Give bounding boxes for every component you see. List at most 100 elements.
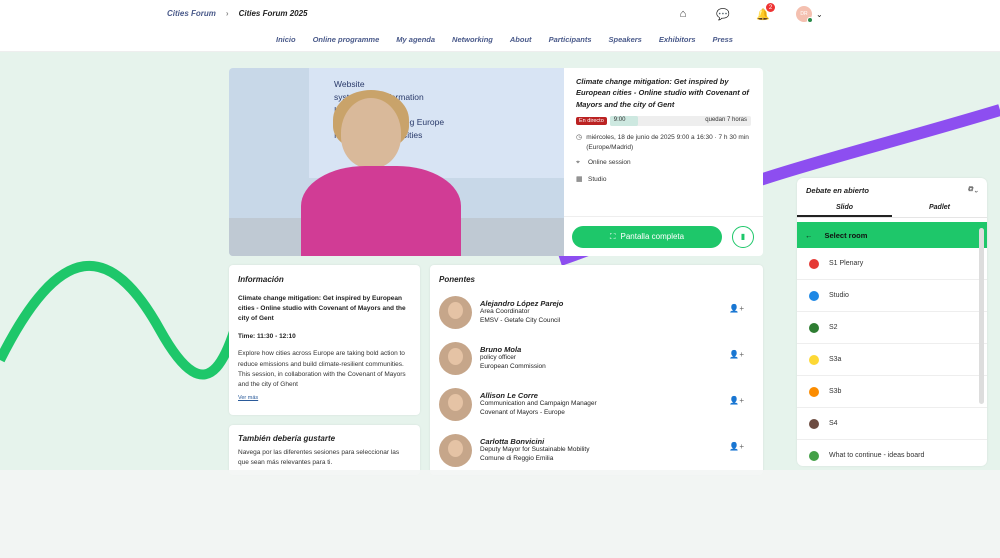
session-info-panel: Climate change mitigation: Get inspired … — [564, 68, 763, 256]
session-room: Studio — [588, 175, 607, 183]
info-heading: Información — [238, 275, 284, 284]
chevron-down-icon: ⌄ — [816, 9, 823, 19]
speaker-org: European Commission — [480, 362, 546, 370]
room-color-dot — [809, 450, 819, 461]
speakers-card: Ponentes Alejandro López Parejo Area Coor… — [430, 265, 763, 475]
avatar: DR — [796, 6, 813, 23]
presenter-body — [301, 166, 461, 256]
speaker-name: Alejandro López Parejo — [480, 299, 564, 309]
breadcrumb-current: Cities Forum 2025 — [238, 9, 308, 18]
select-room-label: Select room — [824, 230, 868, 240]
info-time: Time: 11:30 - 12:10 — [238, 333, 296, 341]
room-list: S1 Plenary Studio S2 S3a S3b S4 What to contin… — [797, 248, 987, 466]
room-item[interactable]: S3a — [797, 344, 987, 376]
bookmark-button[interactable]: ▮ — [732, 225, 754, 248]
notification-badge: 2 — [766, 3, 775, 12]
progress-remaining: quedan 7 horas — [705, 116, 747, 123]
nav-item-inicio[interactable]: Inicio — [276, 35, 296, 44]
nav-item-participants[interactable]: Participants — [549, 35, 592, 44]
speaker-item[interactable]: Alejandro López Parejo Area Coordinator EM… — [439, 294, 754, 330]
room-item[interactable]: What to continue - ideas board — [797, 440, 987, 466]
popout-icon[interactable]: ⧉ — [968, 186, 973, 193]
fullscreen-icon: ⛶ — [609, 231, 616, 241]
add-contact-icon[interactable]: 👤+ — [729, 442, 744, 451]
nav-item-exhibitors[interactable]: Exhibitors — [659, 35, 696, 44]
room-item[interactable]: S2 — [797, 312, 987, 344]
speaker-org: EMSV - Getafe City Council — [480, 316, 561, 324]
room-color-dot — [809, 354, 819, 365]
session-location: Online session — [588, 159, 631, 167]
see-more-link[interactable]: Ver más — [238, 395, 411, 401]
tab-slido[interactable]: Slido — [797, 202, 892, 217]
nav-item-networking[interactable]: Networking — [452, 35, 493, 44]
room-item[interactable]: S1 Plenary — [797, 248, 987, 280]
home-icon[interactable]: ⌂ — [676, 7, 690, 21]
video-player[interactable]: Website systemic transformation Inclusiv… — [229, 68, 564, 256]
session-meta: ◷ miércoles, 18 de junio de 2025 9:00 a 1… — [576, 133, 751, 186]
add-contact-icon[interactable]: 👤+ — [729, 350, 744, 359]
clock-icon: ◷ — [576, 133, 583, 141]
breadcrumb-parent[interactable]: Cities Forum — [167, 9, 216, 18]
nav-item-about[interactable]: About — [510, 35, 532, 44]
debate-panel: Debate en abierto ⧉ ⌄ Slido Padlet ← Sel… — [797, 178, 987, 466]
user-menu[interactable]: DR ⌄ — [796, 6, 823, 23]
speaker-photo — [439, 295, 472, 329]
room-color-dot — [809, 322, 819, 333]
nav-item-my-agenda[interactable]: My agenda — [396, 35, 435, 44]
select-room-bar[interactable]: ← Select room — [797, 222, 987, 248]
speaker-role: Area Coordinator — [480, 308, 530, 316]
nav-item-online-programme[interactable]: Online programme — [313, 35, 380, 44]
avatar-initials: DR — [800, 11, 808, 17]
nav-item-speakers[interactable]: Speakers — [609, 35, 642, 44]
room-item[interactable]: Studio — [797, 280, 987, 312]
nav-item-press[interactable]: Press — [713, 35, 733, 44]
speaker-role: policy officer — [480, 354, 517, 362]
add-contact-icon[interactable]: 👤+ — [729, 396, 744, 405]
fullscreen-button[interactable]: ⛶ Pantalla completa — [572, 225, 722, 248]
live-row: En directo 9:00 quedan 7 horas — [576, 115, 751, 126]
speaker-photo — [439, 387, 472, 421]
speaker-item[interactable]: Carlotta Bonvicini Deputy Mayor for Susta… — [439, 432, 754, 468]
chevron-down-icon[interactable]: ⌄ — [975, 186, 978, 193]
room-item[interactable]: S4 — [797, 408, 987, 440]
bell-icon[interactable]: 🔔 2 — [756, 3, 775, 21]
location-icon: ⌖ — [576, 159, 580, 167]
speaker-role: Deputy Mayor for Sustainable Mobility — [480, 446, 590, 454]
room-label: S4 — [829, 420, 838, 427]
room-color-dot — [809, 418, 819, 429]
speaker-name: Bruno Mola — [480, 345, 522, 355]
room-label: S3a — [829, 356, 842, 363]
room-color-dot — [809, 290, 819, 301]
room-label: What to continue - ideas board — [829, 452, 925, 459]
screen-line: Website — [334, 79, 365, 89]
bottom-backdrop — [0, 470, 1000, 558]
panel-tabs: Slido Padlet — [797, 202, 987, 218]
live-badge: En directo — [576, 116, 607, 125]
scrollbar[interactable] — [979, 228, 984, 404]
arrow-left-icon[interactable]: ← — [805, 231, 813, 240]
session-title: Climate change mitigation: Get inspired … — [576, 77, 749, 109]
breadcrumb-separator: › — [225, 9, 229, 18]
session-datetime: miércoles, 18 de junio de 2025 9:00 a 16… — [586, 133, 749, 151]
status-dot — [807, 17, 813, 23]
room-item[interactable]: S3b — [797, 376, 987, 408]
speaker-role: Communication and Campaign Manager — [480, 400, 597, 408]
info-card: Información Climate change mitigation: G… — [229, 265, 420, 415]
speaker-name: Carlotta Bonvicini — [480, 437, 545, 447]
panel-controls: ⧉ ⌄ — [968, 186, 978, 194]
room-color-dot — [809, 386, 819, 397]
speaker-photo — [439, 341, 472, 375]
also-heading: También debería gustarte — [238, 434, 336, 443]
header-icons: ⌂ 💬 🔔 2 DR ⌄ — [676, 3, 823, 23]
room-color-dot — [809, 258, 819, 269]
speaker-item[interactable]: Bruno Mola policy officer European Commiss… — [439, 340, 754, 376]
speaker-org: Covenant of Mayors - Europe — [480, 408, 565, 416]
chat-icon[interactable]: 💬 — [716, 7, 730, 21]
add-contact-icon[interactable]: 👤+ — [729, 304, 744, 313]
tab-padlet[interactable]: Padlet — [892, 202, 987, 217]
also-like-card: También debería gustarte Navega por las … — [229, 425, 420, 475]
speaker-item[interactable]: Allison Le Corre Communication and Campai… — [439, 386, 754, 422]
room-label: S2 — [829, 324, 838, 331]
room-icon: ▦ — [576, 175, 583, 183]
presenter-face — [341, 98, 401, 168]
